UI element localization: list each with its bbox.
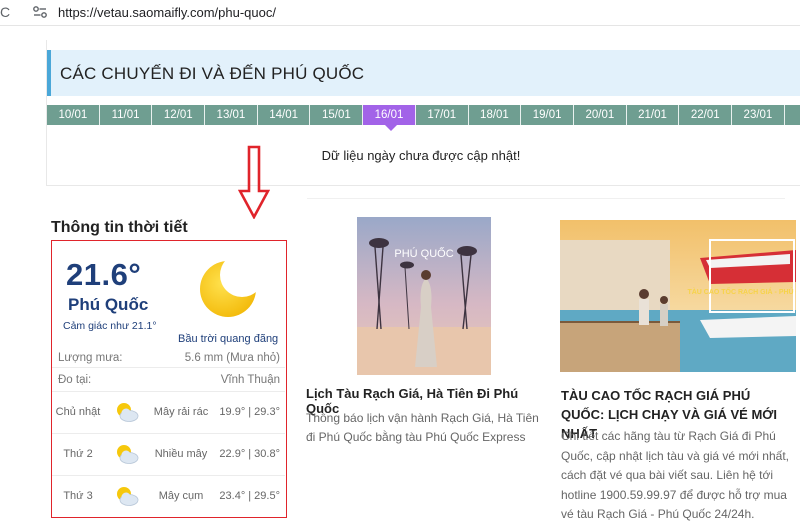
- content-divider: [307, 198, 785, 199]
- article-desc: Chi tiết các hãng tàu từ Rạch Giá đi Phú…: [561, 429, 789, 521]
- date-tab[interactable]: 21/01: [627, 105, 680, 125]
- trips-panel: CÁC CHUYẾN ĐI VÀ ĐẾN PHÚ QUỐC 10/01 11/01…: [46, 40, 800, 186]
- address-url[interactable]: https://vetau.saomaifly.com/phu-quoc/: [58, 5, 276, 20]
- trips-empty-message: Dữ liệu ngày chưa được cập nhật!: [321, 148, 521, 163]
- date-tab[interactable]: 19/01: [521, 105, 574, 125]
- date-tab[interactable]: 14/01: [258, 105, 311, 125]
- forecast-temp: 23.4° | 29.5°: [219, 490, 280, 502]
- forecast-temp: 19.9° | 29.3°: [219, 406, 280, 418]
- article-image-text: PHÚ QUỐC: [394, 246, 453, 260]
- article-thumbnail[interactable]: PHÚ QUỐC: [357, 217, 491, 375]
- current-temperature: 21.6°: [66, 257, 142, 292]
- date-tab[interactable]: 22/01: [679, 105, 733, 125]
- trips-header: CÁC CHUYẾN ĐI VÀ ĐẾN PHÚ QUỐC: [47, 50, 800, 96]
- forecast-row: Chủ nhật Mây rải rác 19.9° | 29.3°: [52, 391, 285, 433]
- forecast-day: Chủ nhật: [55, 406, 101, 418]
- forecast-desc: Nhiều mây: [154, 448, 208, 460]
- trips-title: CÁC CHUYẾN ĐI VÀ ĐẾN PHÚ QUỐC: [60, 64, 365, 83]
- rain-label: Lượng mưa:: [58, 352, 123, 364]
- down-arrow-icon: [238, 145, 270, 219]
- forecast-row: Thứ 3 Mây cụm 23.4° | 29.5°: [52, 475, 285, 517]
- weather-condition: Bầu trời quang đãng: [178, 333, 279, 345]
- browser-address-bar: C https://vetau.saomaifly.com/phu-quoc/: [0, 0, 800, 26]
- forecast-desc: Mây cụm: [158, 490, 204, 502]
- weather-city: Phú Quốc: [68, 295, 149, 314]
- sun-behind-cloud-icon: [117, 487, 139, 506]
- weather-widget: 21.6° Phú Quốc Cảm giác như 21.1° Bầu tr…: [51, 240, 287, 518]
- date-tab[interactable]: 12/01: [152, 105, 206, 125]
- date-tab[interactable]: 10/01: [47, 105, 100, 125]
- forecast-day: Thứ 2: [63, 448, 93, 460]
- forecast-temp: 22.9° | 30.8°: [219, 448, 280, 460]
- active-date-caret-icon: [385, 125, 397, 131]
- date-tab[interactable]: 17/01: [416, 105, 469, 125]
- date-tab[interactable]: 18/01: [469, 105, 522, 125]
- forecast-day: Thứ 3: [63, 490, 93, 502]
- crescent-moon-icon: [200, 261, 256, 317]
- weather-divider: [52, 367, 285, 368]
- date-tab[interactable]: 15/01: [311, 105, 364, 125]
- site-settings-icon[interactable]: [32, 4, 48, 20]
- article-desc: Thông báo lịch vận hành Rạch Giá, Hà Tiê…: [306, 411, 539, 444]
- date-strip: 10/01 11/01 12/01 13/01 14/01 15/01 16/01 17/01…: [47, 105, 800, 125]
- rain-value: 5.6 mm (Mưa nhỏ): [184, 352, 280, 364]
- forecast-desc: Mây rải rác: [153, 406, 209, 418]
- date-tab[interactable]: 23/01: [732, 105, 785, 125]
- date-tab[interactable]: 20/01: [574, 105, 627, 125]
- sun-behind-cloud-icon: [117, 403, 139, 422]
- date-tab[interactable]: 16/01: [363, 105, 416, 125]
- weather-title: Thông tin thời tiết: [51, 219, 188, 236]
- sun-behind-cloud-icon: [117, 445, 139, 464]
- reload-icon[interactable]: C: [0, 4, 14, 20]
- date-tab[interactable]: 13/01: [205, 105, 258, 125]
- forecast-row: Thứ 2 Nhiều mây 22.9° | 30.8°: [52, 433, 285, 475]
- date-tab[interactable]: 11/01: [100, 105, 153, 125]
- article-thumbnail[interactable]: TÀU CAO TỐC RẠCH GIÁ - PHÚ QUỐC: [560, 220, 796, 372]
- location-label: Đo tại:: [58, 374, 92, 386]
- feels-like: Cảm giác như 21.1°: [63, 320, 157, 332]
- location-value: Vĩnh Thuận: [220, 374, 280, 386]
